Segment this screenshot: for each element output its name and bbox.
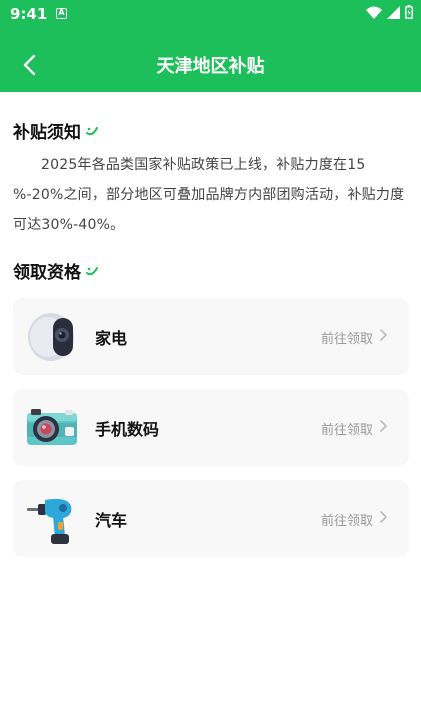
chevron-right-icon <box>380 420 387 432</box>
category-label: 汽车 <box>95 511 128 530</box>
signal-icon <box>387 5 400 19</box>
status-bar: 9:41 A <box>0 0 421 28</box>
camera-icon <box>27 409 77 445</box>
page-title: 天津地区补贴 <box>156 56 265 77</box>
notification-a-icon: A <box>56 8 67 19</box>
category-label: 家电 <box>95 329 128 348</box>
chevron-right-icon <box>380 511 387 523</box>
chevron-right-icon <box>380 329 387 341</box>
wifi-icon <box>366 6 382 19</box>
claim-link[interactable]: 前往领取 <box>321 510 373 529</box>
header-bar: 9:41 A 天津地区补贴 <box>0 0 421 92</box>
status-time: 9:41 <box>10 5 48 23</box>
notice-text: 2025年各品类国家补贴政策已上线，补贴力度在15 %-20%之间，部分地区可叠… <box>13 157 405 233</box>
battery-icon <box>405 5 413 19</box>
swoosh-icon <box>86 266 98 275</box>
category-card-appliances[interactable]: 家电 前往领取 <box>13 298 409 375</box>
speaker-icon <box>28 313 74 361</box>
category-card-digital[interactable]: 手机数码 前往领取 <box>13 389 409 466</box>
swoosh-icon <box>86 126 98 135</box>
category-card-auto[interactable]: 汽车 前往领取 <box>13 480 409 557</box>
qualifications-heading: 领取资格 <box>13 258 99 283</box>
drill-icon <box>27 498 72 544</box>
claim-link[interactable]: 前往领取 <box>321 328 373 347</box>
notice-heading-label: 补贴须知 <box>13 123 81 143</box>
qualifications-heading-label: 领取资格 <box>13 263 81 283</box>
category-label: 手机数码 <box>95 420 160 439</box>
notice-heading: 补贴须知 <box>13 118 99 143</box>
status-icons <box>366 5 413 19</box>
claim-link[interactable]: 前往领取 <box>321 419 373 438</box>
